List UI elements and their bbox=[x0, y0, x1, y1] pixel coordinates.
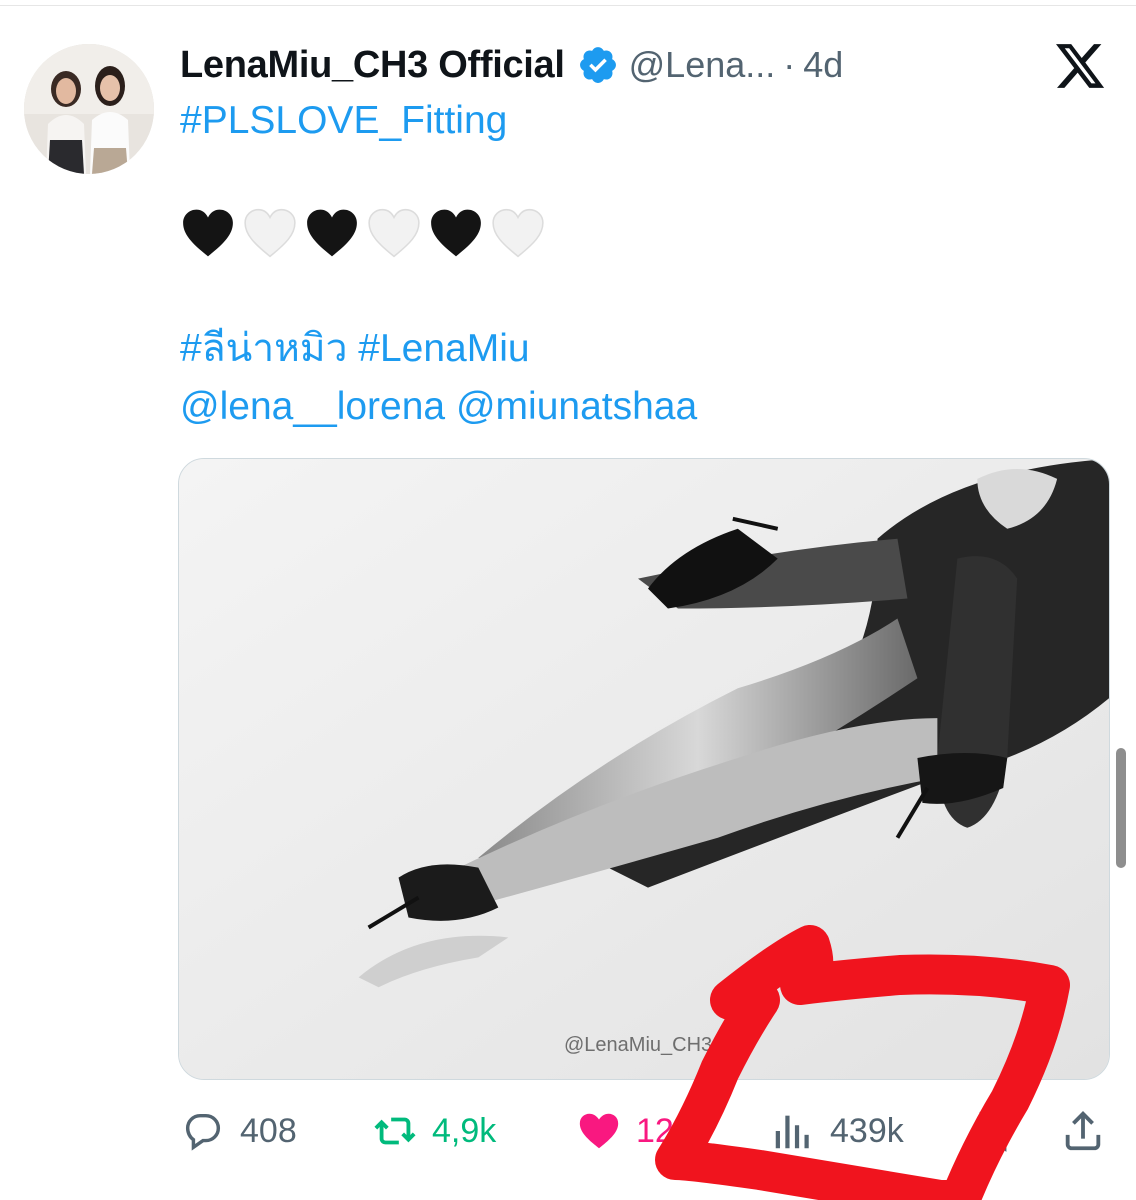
black-heart-icon bbox=[431, 209, 481, 257]
tweet-actions: 408 4,9k 12. 439k bbox=[180, 1098, 1110, 1164]
reply-count: 408 bbox=[240, 1111, 297, 1150]
bookmark-button[interactable] bbox=[970, 1098, 1016, 1164]
like-count: 12. bbox=[636, 1111, 684, 1150]
views-button[interactable]: 439k bbox=[770, 1098, 904, 1164]
avatar[interactable] bbox=[24, 44, 154, 174]
like-button[interactable]: 12. bbox=[576, 1098, 683, 1164]
reply-button[interactable]: 408 bbox=[180, 1098, 297, 1164]
views-count: 439k bbox=[830, 1111, 904, 1150]
display-name[interactable]: LenaMiu_CH3 Official bbox=[180, 44, 565, 87]
views-icon bbox=[775, 1115, 809, 1149]
hashtag-links[interactable]: #ลีน่าหมิว #LenaMiu bbox=[180, 326, 530, 373]
white-heart-icon bbox=[244, 208, 296, 258]
top-divider bbox=[0, 0, 1136, 6]
hashtag-link[interactable]: #PLSLOVE_Fitting bbox=[180, 98, 507, 145]
mention-links[interactable]: @lena__lorena @miunatshaa bbox=[180, 384, 697, 431]
scrollbar[interactable] bbox=[1116, 748, 1126, 868]
heart-icon bbox=[579, 1113, 619, 1149]
emoji-hearts bbox=[180, 205, 546, 261]
repost-button[interactable]: 4,9k bbox=[372, 1098, 496, 1164]
black-heart-icon bbox=[307, 209, 357, 257]
share-icon bbox=[1065, 1111, 1101, 1151]
repost-count: 4,9k bbox=[432, 1111, 497, 1150]
repost-icon bbox=[374, 1117, 416, 1145]
separator-dot: · bbox=[783, 44, 796, 85]
user-handle[interactable]: @Lena... bbox=[629, 44, 776, 86]
timestamp[interactable]: 4d bbox=[803, 44, 843, 86]
black-heart-icon bbox=[183, 209, 233, 257]
verified-badge-icon bbox=[577, 44, 619, 86]
media-watermark: @LenaMiu_CH3OA bbox=[564, 1034, 742, 1056]
reply-icon bbox=[185, 1113, 221, 1151]
x-logo-icon bbox=[1056, 44, 1106, 90]
tweet-media-image[interactable]: @LenaMiu_CH3OA bbox=[178, 458, 1110, 1080]
tweet-header: LenaMiu_CH3 Official @Lena... · 4d bbox=[180, 36, 843, 94]
share-button[interactable] bbox=[1060, 1098, 1106, 1164]
white-heart-icon bbox=[368, 208, 420, 258]
white-heart-icon bbox=[492, 208, 544, 258]
bookmark-icon bbox=[979, 1111, 1007, 1152]
